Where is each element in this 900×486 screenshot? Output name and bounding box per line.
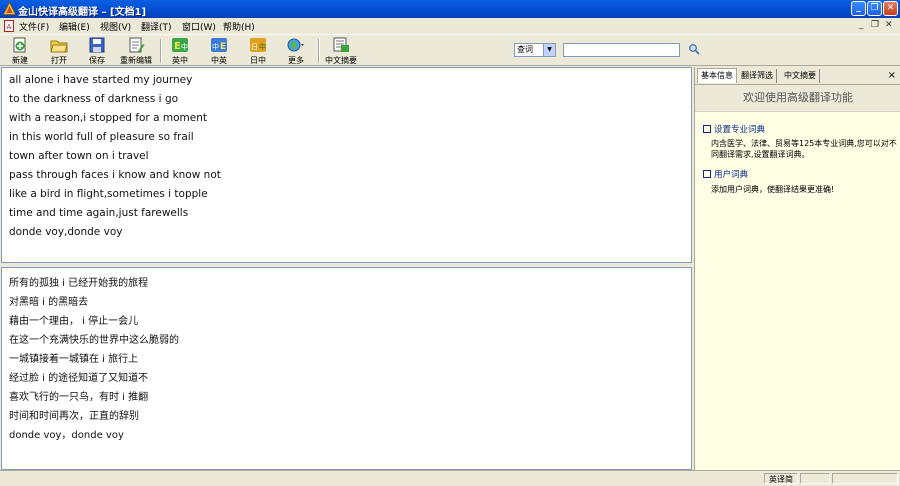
source-line: to the darkness of darkness i go: [9, 93, 179, 105]
toolbar: 新建 打开 保存 重新编辑 E 中 英中 中 E 中英 日 中 日中 更多 中文…: [0, 34, 900, 66]
menu-edit[interactable]: 编辑(E): [59, 20, 90, 33]
toolbar-separator: [318, 39, 320, 63]
source-line: like a bird in flight,sometimes i topple: [9, 188, 208, 200]
source-line: all alone i have started my journey: [9, 74, 193, 86]
tab-basic-info[interactable]: 基本信息: [697, 68, 737, 83]
translate-ja-zh-icon: 日 中: [250, 38, 266, 52]
restore-button[interactable]: ❐: [867, 1, 882, 16]
source-line: donde voy,donde voy: [9, 226, 123, 238]
translation-line: 喜欢飞行的一只鸟，有时 i 推翻: [9, 392, 149, 403]
mdi-close-button[interactable]: ✕: [885, 20, 893, 30]
en-zh-button[interactable]: E 中 英中: [162, 36, 198, 66]
search-input[interactable]: [563, 43, 680, 57]
professional-dictionary-description: 内含医学、法律、贸易等125本专业词典,您可以对不同翻译需求,设置翻译词典。: [711, 139, 897, 159]
document-icon: A: [4, 20, 14, 32]
source-line: with a reason,i stopped for a moment: [9, 112, 207, 124]
status-cell-empty: [800, 473, 830, 484]
app-icon: [3, 2, 16, 15]
status-cell-empty: [832, 473, 898, 484]
svg-text:中: 中: [212, 42, 219, 51]
source-line: time and time again,just farewells: [9, 207, 189, 219]
more-button[interactable]: 更多: [278, 36, 314, 66]
svg-text:E: E: [174, 41, 181, 52]
menu-window[interactable]: 窗口(W): [182, 20, 216, 33]
translation-text-editor[interactable]: 所有的孤独 i 已经开始我的旅程 对黑暗 i 的黑暗去 藉由一个理由， i 停止…: [1, 267, 692, 470]
link-professional-dictionary[interactable]: 设置专业词典: [703, 123, 765, 135]
welcome-banner: 欢迎使用高级翻译功能: [695, 85, 900, 112]
translation-line: 时间和时间再次，正直的辞别: [9, 411, 139, 422]
info-side-panel: 基本信息 翻译筛选 中文摘要 × 欢迎使用高级翻译功能 设置专业词典 内含医学、…: [694, 67, 900, 470]
translation-line: donde voy，donde voy: [9, 430, 124, 441]
svg-text:日: 日: [251, 43, 258, 51]
reedit-button[interactable]: 重新编辑: [116, 36, 156, 66]
svg-text:A: A: [7, 23, 12, 31]
svg-text:中: 中: [259, 42, 266, 51]
source-line: in this world full of pleasure so frail: [9, 131, 194, 143]
globe-dropdown-icon: [287, 38, 304, 52]
mdi-restore-button[interactable]: ❐: [871, 20, 879, 30]
save-button[interactable]: 保存: [79, 36, 115, 66]
svg-text:E: E: [220, 42, 226, 52]
close-icon[interactable]: ×: [888, 70, 896, 81]
expand-box-icon: [703, 125, 711, 133]
menu-bar: A 文件(F) 编辑(E) 视图(V) 翻译(T) 窗口(W) 帮助(H) _ …: [0, 18, 900, 34]
translation-line: 经过脸 i 的途径知道了又知道不: [9, 373, 149, 384]
translate-zh-en-icon: 中 E: [211, 38, 227, 52]
menu-translate[interactable]: 翻译(T): [141, 20, 172, 33]
minimize-button[interactable]: _: [851, 1, 866, 16]
side-panel-tabs: 基本信息 翻译筛选 中文摘要 ×: [695, 67, 900, 85]
svg-text:中: 中: [181, 42, 188, 51]
folder-open-icon: [50, 40, 68, 53]
open-button[interactable]: 打开: [41, 36, 77, 66]
source-line: town after town on i travel: [9, 150, 149, 162]
translation-line: 对黑暗 i 的黑暗去: [9, 297, 89, 308]
expand-box-icon: [703, 170, 711, 178]
translation-line: 藉由一个理由， i 停止一会儿: [9, 316, 139, 327]
new-document-icon: [13, 37, 26, 53]
close-button[interactable]: ✕: [883, 1, 898, 16]
source-line: pass through faces i know and know not: [9, 169, 221, 181]
user-dictionary-description: 添加用户词典，使翻译结果更准确!: [711, 185, 835, 194]
status-language: 英译简: [764, 473, 798, 484]
title-bar: 金山快译高级翻译 – [文档1] _ ❐ ✕: [0, 0, 900, 18]
summary-icon: [333, 37, 349, 52]
tab-chinese-summary[interactable]: 中文摘要: [781, 69, 820, 83]
window-title: 金山快译高级翻译 – [文档1]: [18, 7, 147, 18]
ja-zh-button[interactable]: 日 中 日中: [240, 36, 276, 66]
menu-help[interactable]: 帮助(H): [223, 20, 255, 33]
source-text-editor[interactable]: all alone i have started my journey to t…: [1, 67, 692, 263]
tab-translation-filter[interactable]: 翻译筛选: [738, 69, 777, 83]
menu-view[interactable]: 视图(V): [100, 20, 131, 33]
chevron-down-icon: ▼: [543, 44, 555, 56]
menu-file[interactable]: 文件(F): [19, 20, 49, 33]
zh-summary-button[interactable]: 中文摘要: [321, 36, 361, 66]
link-user-dictionary[interactable]: 用户词典: [703, 168, 748, 180]
translation-line: 所有的孤独 i 已经开始我的旅程: [9, 278, 149, 289]
search-icon[interactable]: [688, 43, 700, 55]
mdi-minimize-button[interactable]: _: [859, 20, 864, 30]
edit-document-icon: [129, 37, 145, 53]
translation-line: 一城镇接着一城镇在 i 旅行上: [9, 354, 139, 365]
zh-en-button[interactable]: 中 E 中英: [201, 36, 237, 66]
search-mode-select[interactable]: 查词 ▼: [514, 43, 556, 57]
status-bar: 英译简: [0, 470, 900, 486]
translation-line: 在这一个充满快乐的世界中这么脆弱的: [9, 335, 179, 346]
new-button[interactable]: 新建: [2, 36, 38, 66]
translate-en-zh-icon: E 中: [172, 38, 188, 52]
save-disk-icon: [89, 37, 105, 53]
